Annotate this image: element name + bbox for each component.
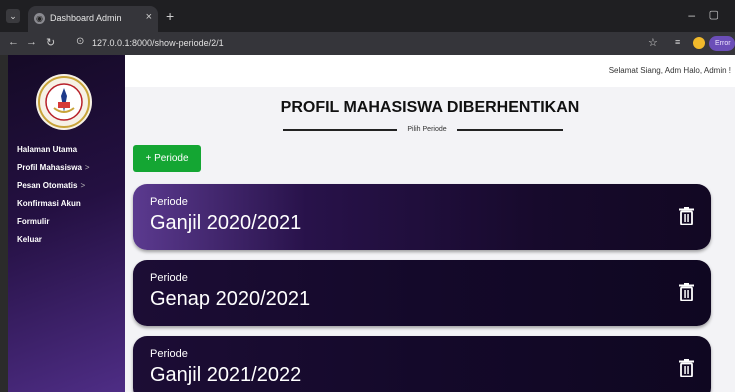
tab-title: Dashboard Admin	[50, 13, 122, 23]
browser-toolbar: ← → ↻ ⊙ 127.0.0.1:8000/show-periode/2/1 …	[0, 32, 735, 55]
favicon-icon: ◉	[34, 13, 45, 24]
sidebar-item-label: Konfirmasi Akun	[17, 199, 81, 208]
trash-icon[interactable]	[679, 359, 694, 377]
new-tab-icon[interactable]: +	[166, 9, 174, 23]
url-text: 127.0.0.1:8000/show-periode/2/1	[92, 38, 224, 48]
error-badge[interactable]: Error	[709, 36, 735, 51]
browser-tabbar: ⌄ ◉ Dashboard Admin × + – ▢	[0, 0, 735, 32]
chevron-right-icon: >	[80, 181, 86, 190]
maximize-icon[interactable]: ▢	[709, 8, 719, 21]
logo	[36, 74, 92, 130]
browser-tab[interactable]: ◉ Dashboard Admin ×	[28, 6, 158, 32]
trash-icon[interactable]	[679, 207, 694, 225]
period-subtitle: Pilih Periode	[407, 126, 447, 133]
bookmark-star-icon[interactable]: ☆	[648, 36, 658, 49]
sidebar-item-label: Profil Mahasiswa	[17, 163, 82, 172]
sidebar-item-halaman-utama[interactable]: Halaman Utama	[17, 145, 77, 154]
tab-close-icon[interactable]: ×	[146, 11, 152, 23]
period-label: Periode	[150, 196, 188, 208]
sidebar: Halaman Utama Profil Mahasiswa > Pesan Ot…	[8, 55, 125, 392]
add-period-button[interactable]: + Periode	[133, 145, 201, 172]
profile-avatar-icon[interactable]	[693, 37, 705, 49]
sidebar-item-label: Keluar	[17, 235, 42, 244]
sidebar-item-label: Formulir	[17, 217, 50, 226]
period-label: Periode	[150, 272, 188, 284]
sidebar-item-pesan-otomatis[interactable]: Pesan Otomatis >	[17, 181, 85, 190]
divider	[457, 129, 563, 131]
period-card[interactable]: Periode Ganjil 2020/2021	[133, 184, 711, 250]
greeting-text: Selamat Siang, Adm Halo, Admin !	[608, 66, 731, 75]
site-info-icon[interactable]: ⊙	[76, 36, 84, 47]
sidebar-item-konfirmasi-akun[interactable]: Konfirmasi Akun	[17, 199, 81, 208]
tab-search-icon[interactable]: ⌄	[6, 9, 20, 23]
divider	[283, 129, 397, 131]
sidebar-item-keluar[interactable]: Keluar	[17, 235, 42, 244]
sidebar-item-profil-mahasiswa[interactable]: Profil Mahasiswa >	[17, 163, 90, 172]
period-card[interactable]: Periode Ganjil 2021/2022	[133, 336, 711, 392]
chevron-right-icon: >	[84, 163, 90, 172]
period-card[interactable]: Periode Genap 2020/2021	[133, 260, 711, 326]
sidebar-item-label: Halaman Utama	[17, 145, 78, 154]
back-icon[interactable]: ←	[8, 36, 19, 48]
period-label: Periode	[150, 348, 188, 360]
main-content: Selamat Siang, Adm Halo, Admin ! PROFIL …	[125, 55, 735, 392]
minimize-icon[interactable]: –	[688, 8, 695, 22]
address-bar[interactable]: ⊙ 127.0.0.1:8000/show-periode/2/1	[68, 35, 668, 52]
top-header: Selamat Siang, Adm Halo, Admin !	[125, 55, 735, 87]
extensions-icon[interactable]: ≡	[675, 37, 680, 47]
trash-icon[interactable]	[679, 283, 694, 301]
page-title: PROFIL MAHASISWA DIBERHENTIKAN	[280, 99, 580, 116]
sidebar-item-label: Pesan Otomatis	[17, 181, 78, 190]
sidebar-item-formulir[interactable]: Formulir	[17, 217, 49, 226]
reload-icon[interactable]: ↻	[46, 36, 55, 49]
period-name: Ganjil 2020/2021	[150, 212, 302, 234]
logo-emblem-icon	[38, 76, 90, 128]
period-name: Ganjil 2021/2022	[150, 364, 302, 386]
forward-icon[interactable]: →	[26, 36, 37, 48]
period-name: Genap 2020/2021	[150, 288, 311, 310]
